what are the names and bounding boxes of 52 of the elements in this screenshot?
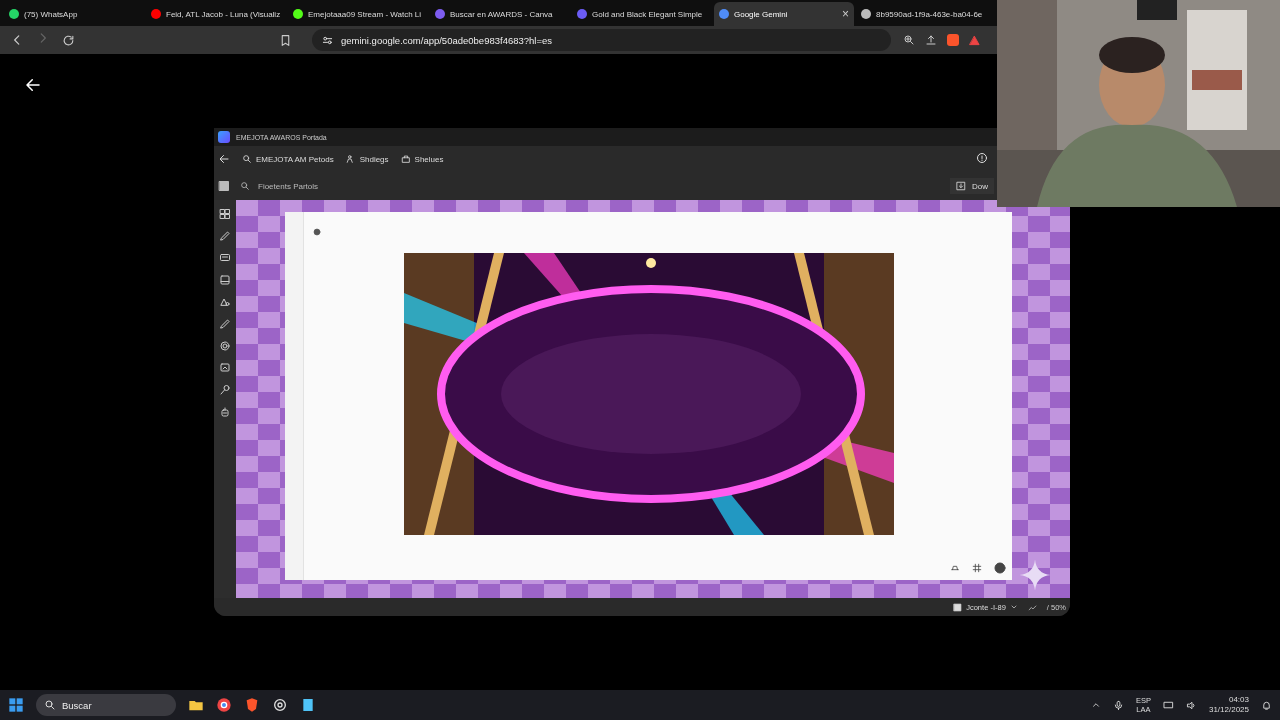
close-tab-button[interactable]: ×: [842, 7, 849, 21]
browser-tab[interactable]: 8b9590ad-1f9a-463e-ba04-6e: [856, 2, 996, 26]
pencil-icon[interactable]: [219, 318, 231, 330]
people-icon: [345, 154, 356, 164]
pin-icon[interactable]: [313, 228, 321, 236]
clock-time[interactable]: 04:03: [1228, 694, 1249, 705]
app-icon: [218, 131, 230, 143]
browser-tab[interactable]: Google Gemini ×: [714, 2, 854, 26]
toolbar-button[interactable]: Shelues: [400, 154, 444, 164]
browser-tab[interactable]: Buscar en AWARDS - Canva: [430, 2, 570, 26]
chevron-up-icon[interactable]: [1090, 700, 1101, 710]
toolbar-button[interactable]: EMEJOTA AM Petods: [242, 154, 334, 164]
browser-icon[interactable]: [216, 697, 232, 713]
toolbar-button[interactable]: Shdiegs: [345, 154, 389, 164]
pencil-icon[interactable]: [219, 230, 231, 242]
reload-button[interactable]: [62, 33, 75, 47]
brush-icon[interactable]: [219, 384, 231, 396]
microphone-icon[interactable]: [1112, 699, 1124, 711]
search-field[interactable]: Buscar: [36, 694, 176, 716]
bag-icon: [400, 154, 411, 164]
triangle-icon[interactable]: [969, 34, 980, 46]
back-button[interactable]: [24, 76, 42, 94]
search-text[interactable]: Fioetents Partols: [258, 181, 319, 191]
search-icon: [240, 181, 250, 191]
search-icon: [44, 699, 56, 711]
shapes-icon[interactable]: [219, 296, 231, 308]
circle-icon[interactable]: [219, 340, 231, 352]
gear-icon[interactable]: [272, 697, 288, 713]
volume-icon[interactable]: [1185, 699, 1197, 711]
bookmark-icon[interactable]: [279, 33, 292, 47]
start-icon[interactable]: [8, 697, 24, 713]
share-icon[interactable]: [925, 34, 937, 46]
download-icon: [956, 181, 966, 191]
notepad-icon[interactable]: [300, 697, 316, 713]
chevron-icon: [1009, 603, 1018, 611]
browser-tab[interactable]: Feid, ATL Jacob - Luna (Visualiz: [146, 2, 286, 26]
site-settings-icon[interactable]: [322, 34, 333, 46]
trend-icon[interactable]: [1027, 602, 1037, 612]
download-button[interactable]: Dow: [950, 178, 994, 194]
browser-tab[interactable]: (75) WhatsApp: [4, 2, 144, 26]
monitor-icon[interactable]: [219, 252, 231, 264]
clock-date[interactable]: 31/12/2025: [1208, 705, 1249, 716]
image-icon[interactable]: [219, 362, 231, 374]
back-button[interactable]: [218, 153, 230, 165]
browser-tab[interactable]: Gold and Black Elegant Simple: [572, 2, 712, 26]
search-icon: [242, 154, 252, 164]
avatar-icon[interactable]: [994, 562, 1006, 574]
browser-tab[interactable]: Emejotaaa09 Stream - Watch Li: [288, 2, 428, 26]
frame-icon[interactable]: [219, 274, 231, 286]
help-icon[interactable]: [976, 152, 988, 164]
zoom-icon[interactable]: [903, 34, 915, 46]
address-field[interactable]: gemini.google.com/app/50ade0be983f4683?hl=es: [312, 29, 891, 51]
